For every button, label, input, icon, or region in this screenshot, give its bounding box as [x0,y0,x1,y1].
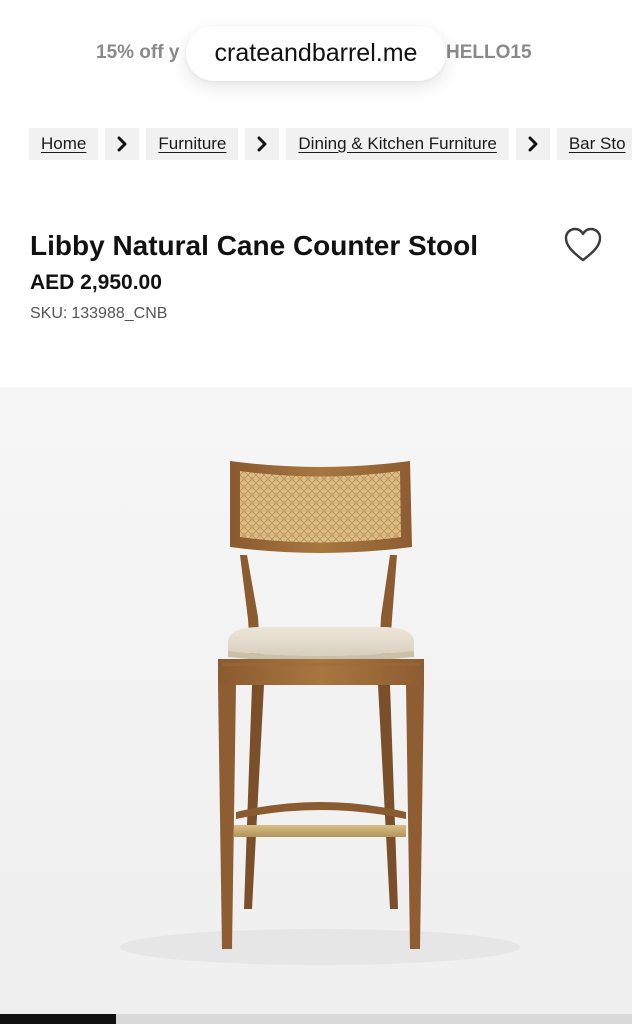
gallery-progress-fill [0,1014,117,1024]
promo-banner: 15% off y HELLO15 crateandbarrel.me [0,0,632,100]
chevron-right-icon [245,128,280,160]
product-page: 15% off y HELLO15 crateandbarrel.me Home… [0,0,632,1024]
heart-outline-icon [564,227,602,262]
product-title: Libby Natural Cane Counter Stool [30,230,479,261]
address-bar[interactable]: crateandbarrel.me [186,26,446,81]
address-bar-url: crateandbarrel.me [214,39,418,67]
product-image[interactable] [0,387,632,1014]
counter-stool-illustration [0,387,632,1014]
chevron-right-icon [105,128,140,160]
sku-label: SKU: [30,305,68,322]
favorite-button[interactable] [563,226,603,264]
breadcrumb-bar-stools[interactable]: Bar Sto [556,128,632,160]
sku-value: 133988_CNB [71,305,168,322]
breadcrumb-home[interactable]: Home [29,128,99,160]
gallery-progress-bar [0,1014,632,1024]
breadcrumb-dining-kitchen[interactable]: Dining & Kitchen Furniture [286,128,509,160]
breadcrumb: Home Furniture Dining & Kitchen Furnitur… [29,128,632,160]
promo-text-left: 15% off y [96,42,180,63]
product-price: AED 2,950.00 [30,271,162,294]
product-sku: SKU: 133988_CNB [30,305,167,323]
promo-code: HELLO15 [446,42,532,63]
chevron-right-icon [515,128,550,160]
breadcrumb-furniture[interactable]: Furniture [146,128,239,160]
